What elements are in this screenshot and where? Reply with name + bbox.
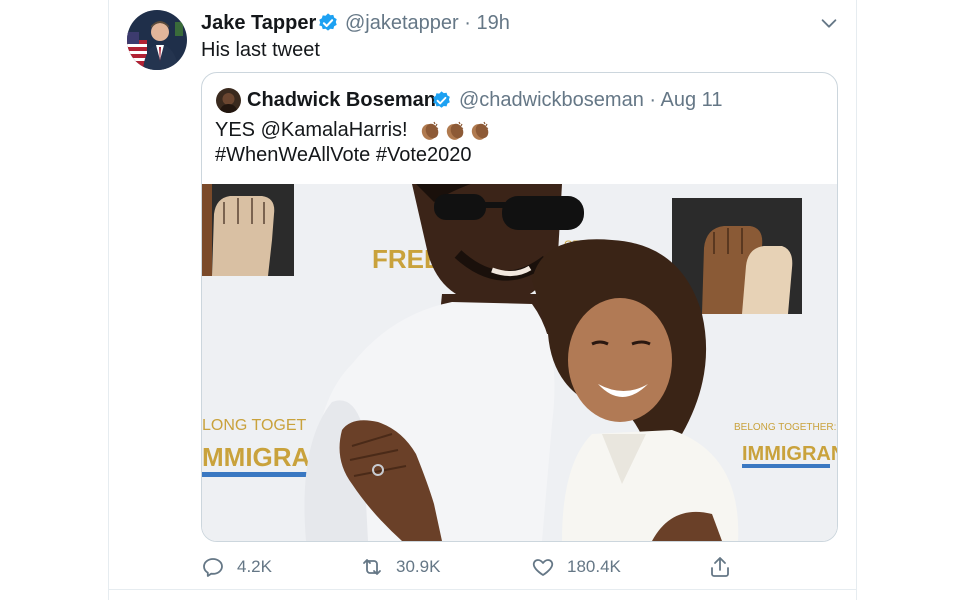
share-icon[interactable] — [708, 555, 732, 579]
sign-text: LONG TOGET — [202, 417, 307, 434]
chevron-down-icon[interactable] — [818, 12, 840, 34]
separator: · — [464, 12, 471, 34]
tweet-time[interactable]: 19h — [477, 12, 510, 34]
sign-text: IMMIGRANTS! — [742, 443, 837, 465]
author-name[interactable]: Jake Tapper — [201, 11, 316, 35]
author-avatar[interactable] — [127, 10, 187, 70]
verified-badge-icon — [433, 91, 450, 108]
reply-count: 4.2K — [237, 557, 272, 576]
quoted-date[interactable]: Aug 11 — [661, 89, 723, 111]
quoted-author-avatar[interactable] — [216, 88, 241, 113]
clapping-hands-icon — [471, 121, 489, 140]
quoted-text: YES @KamalaHarris! — [215, 119, 408, 141]
divider — [109, 589, 856, 590]
author-handle[interactable]: @jaketapper — [345, 12, 459, 34]
verified-badge-icon — [319, 13, 337, 31]
quoted-author-name[interactable]: Chadwick Boseman — [247, 88, 436, 112]
fist-poster-left-icon — [202, 184, 294, 276]
retweet-icon[interactable] — [360, 555, 384, 579]
emoji-group — [419, 120, 491, 142]
quoted-text-line-1: YES @KamalaHarris! — [215, 118, 491, 143]
retweet-count: 30.9K — [396, 557, 441, 576]
reply-icon[interactable] — [201, 555, 225, 579]
clapping-hands-icon — [421, 121, 439, 140]
heart-icon[interactable] — [531, 555, 555, 579]
separator: · — [649, 89, 657, 111]
reply-action[interactable]: 4.2K — [201, 554, 272, 580]
quoted-handle-and-date[interactable]: @chadwickboseman · Aug 11 — [459, 88, 722, 112]
clapping-hands-icon — [446, 121, 464, 140]
like-action[interactable]: 180.4K — [531, 554, 621, 580]
like-count: 180.4K — [567, 557, 621, 576]
sign-text: BELONG TOGETHER: — [734, 422, 836, 433]
retweet-action[interactable]: 30.9K — [360, 554, 440, 580]
quoted-author-handle[interactable]: @chadwickboseman — [459, 89, 644, 111]
author-handle-and-time[interactable]: @jaketapper · 19h — [345, 11, 510, 35]
quoted-tweet[interactable]: Chadwick Boseman @chadwickboseman · Aug … — [201, 72, 838, 542]
tweet-text: His last tweet — [201, 39, 320, 61]
quoted-hashtags[interactable]: #WhenWeAllVote #Vote2020 — [215, 143, 471, 168]
quoted-photo[interactable]: FREED GETH LONG TOGET MMIGRANT BELONG TO… — [202, 184, 837, 541]
share-action[interactable] — [708, 554, 732, 580]
